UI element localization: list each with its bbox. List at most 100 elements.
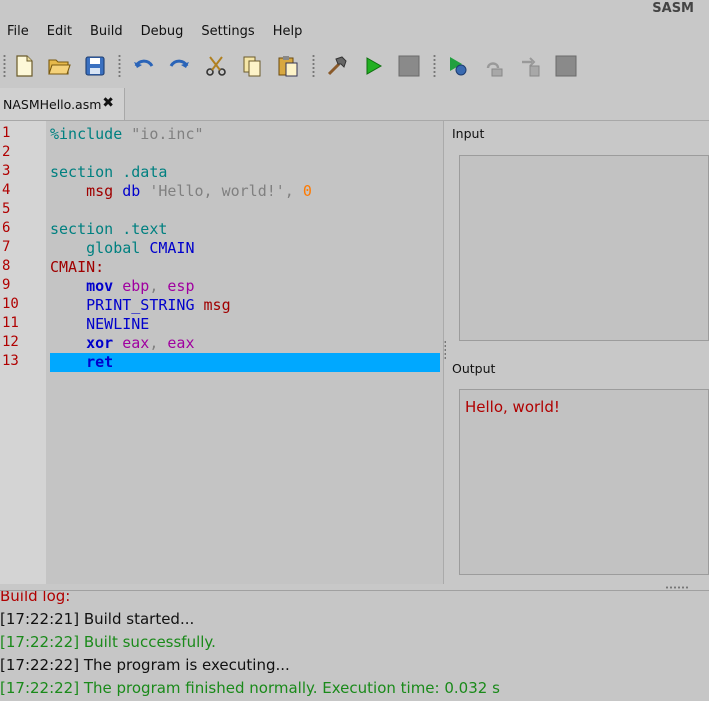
line-number: 9 [2, 277, 11, 293]
code-token: 'Hello, world!', [140, 182, 303, 200]
menu-settings[interactable]: Settings [192, 22, 263, 44]
log-entry: [17:22:22] The program is executing... [0, 656, 290, 674]
debug-stop-button[interactable] [552, 52, 580, 80]
line-number: 3 [2, 163, 11, 179]
code-line[interactable]: mov ebp, esp [50, 277, 440, 296]
input-label: Input [452, 126, 485, 141]
tab-label: NASMHello.asm [3, 96, 102, 112]
menu-file[interactable]: File [0, 22, 38, 44]
build-log-title: Build log: [0, 590, 71, 605]
code-editor[interactable]: 1 2 3 4 5 6 7 8 9 10 11 12 13 %include "io.inc" secti… [0, 121, 444, 584]
code-token: , [149, 277, 168, 295]
code-token: db [122, 182, 141, 200]
code-line[interactable]: CMAIN: [50, 258, 440, 277]
code-line[interactable]: %include "io.inc" [50, 125, 440, 144]
line-number: 12 [2, 334, 19, 350]
step-over-button[interactable] [480, 52, 508, 80]
stop-icon [398, 55, 420, 77]
code-token: ret [86, 353, 114, 371]
debug-stop-icon [555, 55, 577, 77]
line-number: 5 [2, 201, 11, 217]
title-bar: SASM [0, 0, 709, 20]
code-line[interactable]: section .text [50, 220, 440, 239]
code-token: eax [167, 334, 195, 352]
build-icon [327, 56, 347, 76]
line-number: 10 [2, 296, 19, 312]
open-folder-icon [48, 59, 71, 75]
log-entry: [17:22:22] The program finished normally… [0, 679, 500, 697]
open-file-button[interactable] [45, 52, 73, 80]
code-token: %include [50, 125, 132, 143]
code-token: NEWLINE [86, 315, 150, 333]
debug-button[interactable] [444, 52, 472, 80]
new-file-button[interactable] [10, 52, 38, 80]
code-token: msg [203, 296, 231, 314]
line-number: 1 [2, 125, 11, 141]
build-log-panel[interactable]: Build log: [17:22:21] Build started... [… [0, 590, 709, 701]
menu-edit[interactable]: Edit [38, 22, 81, 44]
line-number: 11 [2, 315, 19, 331]
run-button[interactable] [359, 52, 387, 80]
line-number: 13 [2, 353, 19, 369]
redo-icon [169, 59, 189, 68]
build-button[interactable] [323, 52, 351, 80]
input-field[interactable] [459, 155, 709, 341]
horizontal-splitter-handle[interactable] [665, 586, 689, 589]
tab-nasmhello[interactable]: NASMHello.asm ✖ [0, 88, 125, 120]
code-line[interactable]: global CMAIN [50, 239, 440, 258]
step-over-icon [486, 62, 503, 77]
paste-icon [278, 56, 298, 77]
code-token: section .data [50, 163, 168, 181]
line-number-gutter: 1 2 3 4 5 6 7 8 9 10 11 12 13 [0, 121, 46, 584]
code-token: esp [167, 277, 195, 295]
new-file-icon [16, 55, 33, 77]
cut-button[interactable] [202, 52, 230, 80]
redo-button[interactable] [165, 52, 193, 80]
code-line[interactable]: PRINT_STRING msg [50, 296, 440, 315]
code-token: ebp [122, 277, 150, 295]
toolbar-separator [118, 54, 121, 78]
paste-button[interactable] [274, 52, 302, 80]
save-button[interactable] [81, 52, 109, 80]
undo-button[interactable] [130, 52, 158, 80]
toolbar-separator [3, 54, 6, 78]
code-line[interactable] [50, 201, 440, 220]
toolbar-separator [312, 54, 315, 78]
code-token: "io.inc" [131, 125, 204, 143]
code-token: msg [86, 182, 114, 200]
copy-icon [243, 56, 261, 77]
io-panel: Input Output Hello, world! [446, 121, 709, 584]
step-into-button[interactable] [516, 52, 544, 80]
menu-bar: File Edit Build Debug Settings Help [0, 22, 709, 44]
save-icon [85, 56, 105, 76]
menu-build[interactable]: Build [81, 22, 132, 44]
close-icon[interactable]: ✖ [102, 95, 114, 111]
menu-help[interactable]: Help [264, 22, 312, 44]
code-line[interactable]: msg db 'Hello, world!', 0 [50, 182, 440, 201]
tab-bar: NASMHello.asm ✖ [0, 88, 709, 121]
log-entry: [17:22:21] Build started... [0, 610, 195, 628]
code-token: global [50, 239, 150, 257]
code-line[interactable]: NEWLINE [50, 315, 440, 334]
stop-button[interactable] [395, 52, 423, 80]
code-line[interactable] [50, 144, 440, 163]
debug-icon [450, 57, 467, 76]
code-line-current[interactable]: ret [50, 353, 440, 372]
output-field[interactable]: Hello, world! [459, 389, 709, 575]
output-text: Hello, world! [465, 398, 560, 416]
code-line[interactable]: section .data [50, 163, 440, 182]
code-line[interactable]: xor eax, eax [50, 334, 440, 353]
menu-debug[interactable]: Debug [132, 22, 193, 44]
copy-button[interactable] [238, 52, 266, 80]
code-token: section .text [50, 220, 168, 238]
window-title: SASM [652, 1, 694, 16]
line-number: 2 [2, 144, 11, 160]
code-token: xor [86, 334, 114, 352]
toolbar [0, 50, 709, 84]
code-token: mov [86, 277, 114, 295]
line-number: 7 [2, 239, 11, 255]
